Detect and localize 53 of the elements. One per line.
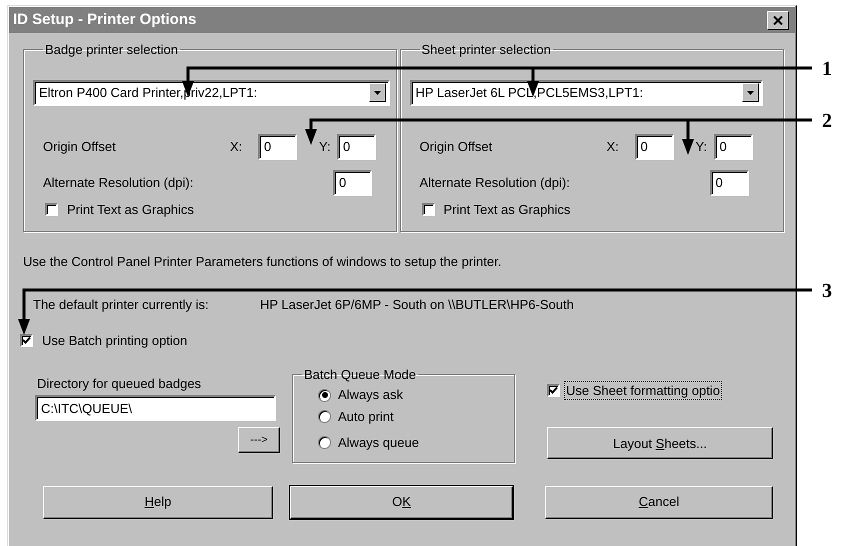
callout-number: 1 [822,58,832,80]
check-icon [22,336,31,346]
caret-icon [374,90,381,95]
info-text: Use the Control Panel Printer Parameters functions of windows to setup the printer. [23,254,502,269]
x-label: X: [606,138,620,154]
x-offset-field[interactable]: 0 [634,134,674,160]
radio-button[interactable] [318,410,331,424]
checkbox-label: Print Text as Graphics [444,202,570,218]
radio-label: Always ask [338,387,404,403]
checkbox-label: Use Sheet formatting optio [566,382,720,398]
checkbox-label: Use Batch printing option [42,333,188,349]
help-button[interactable]: Help [43,486,273,519]
caret-icon [746,90,754,95]
radio-button[interactable] [318,436,331,449]
x-label: X: [230,138,244,154]
y-offset-field[interactable]: 0 [337,134,376,160]
offset-label: Origin Offset [43,138,117,154]
radio-button[interactable] [318,388,331,402]
checkbox[interactable] [547,384,560,398]
cancel-button[interactable]: Cancel [545,486,773,519]
resolution-label: Alternate Resolution (dpi): [420,174,571,190]
window-title: ID Setup - Printer Options [13,11,196,29]
close-icon [773,16,783,24]
y-offset-field[interactable]: 0 [714,134,752,160]
directory-label: Directory for queued badges [36,376,202,392]
radio-label: Auto print [338,408,394,425]
checkbox[interactable] [20,334,33,348]
y-label: Y: [319,138,332,154]
callout-number: 2 [822,110,832,132]
resolution-field[interactable]: 0 [333,170,372,196]
ok-button[interactable]: OK [290,486,513,519]
group-label: Badge printer selection [44,42,179,58]
offset-label: Origin Offset [420,138,494,154]
checkbox[interactable] [422,202,434,216]
layout-sheets-button[interactable]: Layout Sheets... [547,427,773,460]
checkbox[interactable] [45,202,58,216]
default-printer-value: HP LaserJet 6P/6MP - South on \\BUTLER\HP6-South [260,296,574,312]
browse-button[interactable]: ---> [238,427,280,454]
check-icon [549,386,558,396]
default-printer-label: The default printer currently is: [33,296,210,312]
resolution-label: Alternate Resolution (dpi): [43,174,194,190]
group-label: Sheet printer selection [420,42,552,58]
close-button[interactable] [767,10,789,30]
dropdown-button[interactable] [369,83,386,102]
x-offset-field[interactable]: 0 [258,134,297,160]
radio-label: Always queue [338,434,419,450]
directory-field[interactable]: C:\ITC\QUEUE\ [35,395,276,422]
group-label: Batch Queue Mode [303,366,418,382]
y-label: Y: [696,138,708,154]
dropdown-button[interactable] [742,83,758,102]
resolution-field[interactable]: 0 [710,170,748,196]
callout-number: 3 [822,280,832,302]
checkbox-label: Print Text as Graphics [67,202,194,218]
